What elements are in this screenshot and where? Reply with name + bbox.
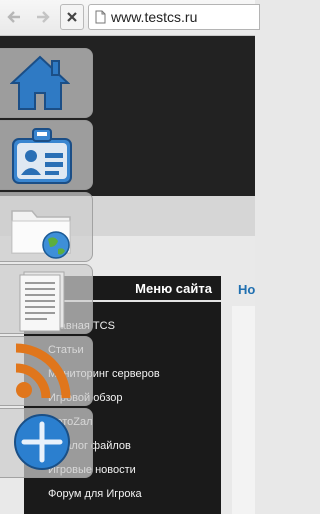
dock [0,48,94,512]
content-area [232,306,255,514]
page-icon [89,10,111,24]
back-button[interactable] [3,6,25,28]
stop-button[interactable] [60,4,84,30]
folder-globe-icon[interactable] [10,203,76,261]
forward-arrow-icon [37,11,50,23]
add-icon[interactable] [12,412,72,472]
browser-toolbar: www.testcs.ru [0,0,260,36]
forward-button[interactable] [32,6,54,28]
contact-card-icon[interactable] [11,127,73,185]
close-icon [67,12,77,22]
address-bar[interactable]: www.testcs.ru [88,4,260,30]
back-arrow-icon [7,11,20,23]
home-icon[interactable] [10,53,70,113]
content-title[interactable]: Но [238,282,258,297]
rss-icon[interactable] [12,340,74,402]
document-icon[interactable] [18,270,68,332]
url-text: www.testcs.ru [111,9,198,25]
